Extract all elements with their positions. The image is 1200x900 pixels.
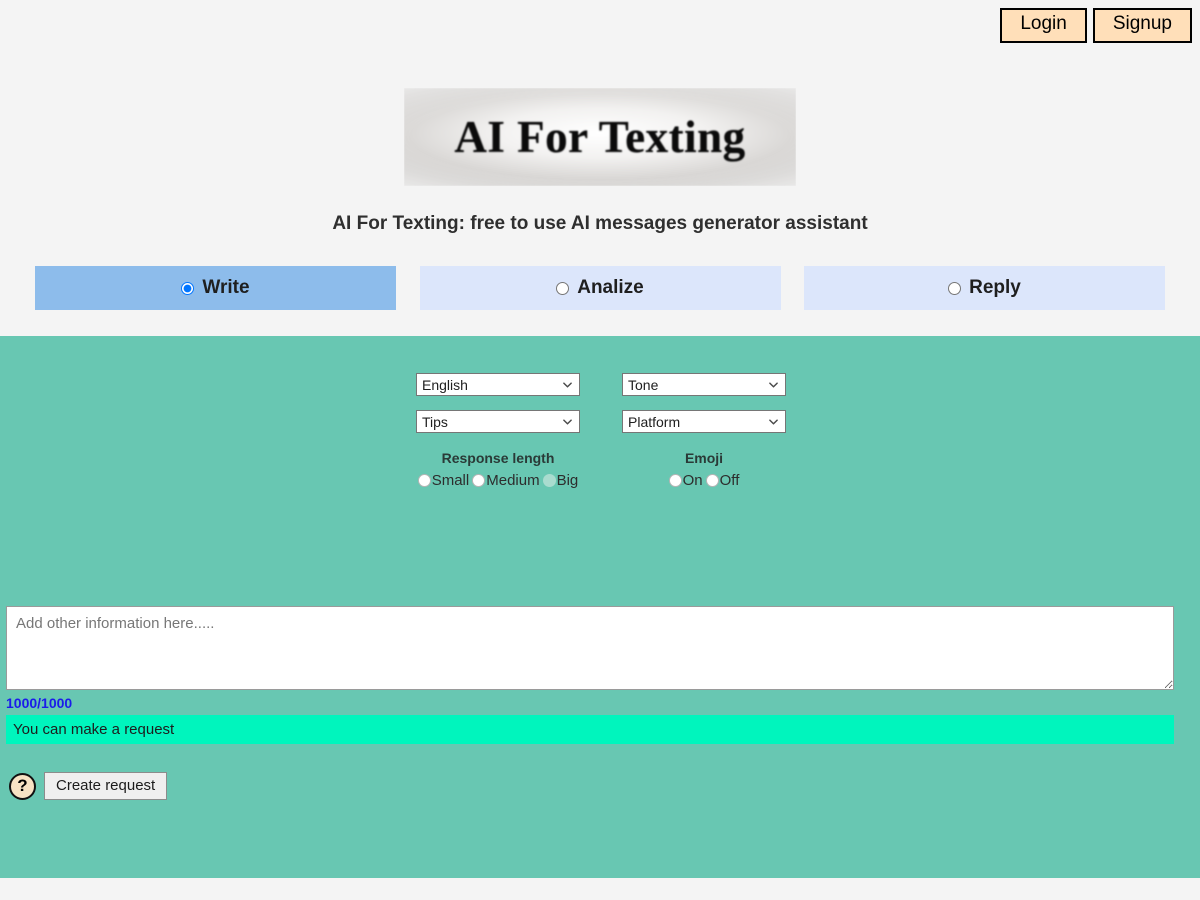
response-length-title: Response length (441, 450, 555, 466)
tab-reply[interactable]: Reply (804, 266, 1165, 310)
logo-container: AI For Texting (0, 88, 1200, 186)
mode-tabs: Write Analize Reply (35, 266, 1165, 310)
tab-write[interactable]: Write (35, 266, 396, 310)
tab-reply-radio[interactable] (948, 281, 962, 295)
emoji-group: Emoji On Off (622, 450, 786, 489)
response-length-big-radio[interactable] (542, 474, 556, 487)
controls-group: English Tone Tips Platform Response leng… (416, 373, 796, 489)
login-button[interactable]: Login (1000, 8, 1087, 43)
status-bar: You can make a request (6, 715, 1174, 744)
chevron-down-icon (769, 417, 778, 426)
tab-reply-label: Reply (969, 277, 1021, 298)
tab-analize-label: Analize (577, 277, 644, 298)
emoji-on-label: On (682, 472, 703, 489)
response-length-big[interactable]: Big (542, 472, 579, 489)
chevron-down-icon (563, 417, 572, 426)
chevron-down-icon (769, 380, 778, 389)
site-logo: AI For Texting (404, 88, 796, 186)
options-panel: English Tone Tips Platform Response leng… (0, 336, 1200, 878)
emoji-on-radio[interactable] (668, 474, 682, 487)
platform-select-value: Platform (628, 413, 681, 430)
emoji-off-label: Off (719, 472, 740, 489)
response-length-medium[interactable]: Medium (472, 472, 540, 489)
response-length-options: Small Medium Big (416, 472, 580, 489)
auth-bar: Login Signup (1000, 8, 1192, 43)
create-request-button[interactable]: Create request (44, 772, 168, 800)
response-length-small[interactable]: Small (417, 472, 470, 489)
language-select[interactable]: English (416, 373, 580, 396)
additional-info-input[interactable] (6, 606, 1174, 690)
tab-analize-radio[interactable] (556, 281, 570, 295)
select-row-1: English Tone (416, 373, 796, 396)
response-length-small-radio[interactable] (417, 474, 431, 487)
language-select-value: English (422, 376, 468, 393)
response-length-group: Response length Small Medium Big (416, 450, 580, 489)
radio-groups: Response length Small Medium Big Emoji O… (416, 450, 796, 489)
response-length-medium-label: Medium (486, 472, 540, 489)
response-length-small-label: Small (431, 472, 470, 489)
emoji-on[interactable]: On (668, 472, 703, 489)
emoji-off[interactable]: Off (705, 472, 740, 489)
emoji-options: On Off (622, 472, 786, 489)
page-subtitle: AI For Texting: free to use AI messages … (332, 213, 868, 234)
response-length-big-label: Big (556, 472, 579, 489)
tab-write-radio[interactable] (181, 281, 195, 295)
emoji-title: Emoji (684, 450, 724, 466)
signup-button[interactable]: Signup (1092, 8, 1192, 43)
tone-select[interactable]: Tone (622, 373, 786, 396)
tab-write-label: Write (202, 277, 250, 298)
tone-select-value: Tone (628, 376, 659, 393)
action-row: ? Create request (9, 772, 168, 800)
response-length-medium-radio[interactable] (472, 474, 486, 487)
chevron-down-icon (563, 380, 572, 389)
tab-analize[interactable]: Analize (419, 266, 781, 310)
help-question-icon[interactable]: ? (9, 772, 36, 800)
status-message: You can make a request (13, 721, 175, 738)
tips-select-value: Tips (422, 413, 448, 430)
emoji-off-radio[interactable] (705, 474, 719, 487)
character-counter: 1000/1000 (6, 695, 73, 711)
textarea-container (6, 606, 1174, 695)
select-row-2: Tips Platform (416, 410, 796, 433)
tips-select[interactable]: Tips (416, 410, 580, 433)
platform-select[interactable]: Platform (622, 410, 786, 433)
